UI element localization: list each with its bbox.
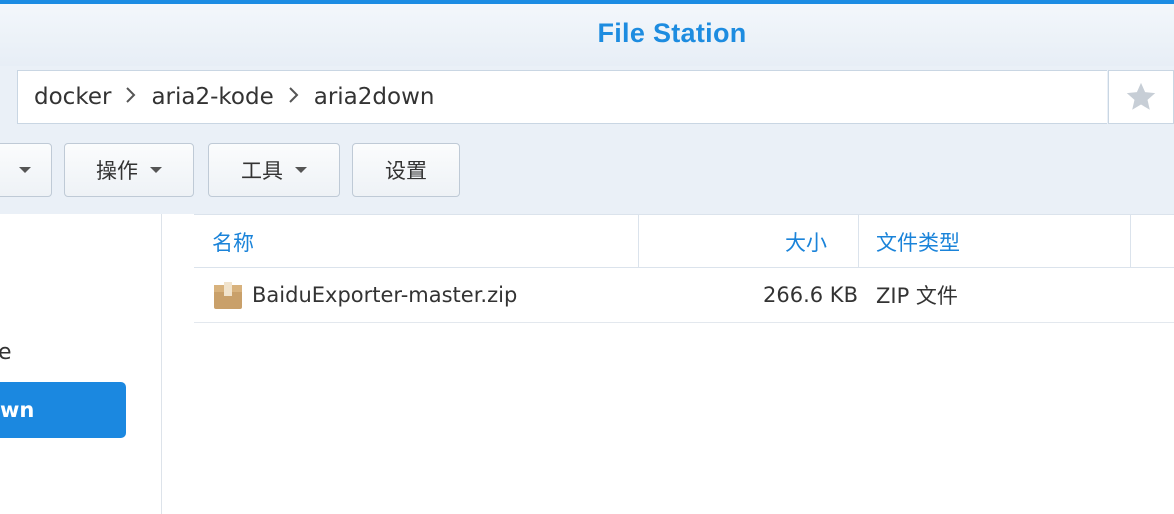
- sidebar-item-label: e: [0, 340, 12, 365]
- chevron-right-icon: [274, 85, 314, 110]
- address-row: docker aria2-kode aria2down: [0, 66, 1174, 138]
- caret-down-icon: [19, 167, 31, 173]
- caret-down-icon: [295, 167, 307, 173]
- file-type: ZIP 文件: [876, 284, 958, 308]
- sidebar-item-label: wn: [0, 398, 35, 422]
- file-name: BaiduExporter-master.zip: [252, 283, 518, 307]
- caret-down-icon: [150, 167, 162, 173]
- settings-button-label: 设置: [385, 159, 427, 183]
- table-row[interactable]: BaiduExporter-master.zip 266.6 KB ZIP 文件: [194, 268, 1174, 323]
- dropdown-button-partial[interactable]: [0, 143, 52, 197]
- breadcrumb-item-aria2-kode[interactable]: aria2-kode: [151, 84, 273, 110]
- column-header-size[interactable]: 大小: [639, 215, 827, 268]
- sidebar-item-active[interactable]: wn: [0, 382, 126, 438]
- tools-button-label: 工具: [241, 159, 283, 183]
- column-divider[interactable]: [858, 215, 859, 268]
- breadcrumb-item-docker[interactable]: docker: [34, 84, 111, 110]
- column-divider[interactable]: [1130, 215, 1131, 268]
- toolbar: 操作 工具 设置: [0, 138, 1174, 214]
- operate-button-label: 操作: [96, 159, 138, 183]
- operate-button[interactable]: 操作: [64, 143, 194, 197]
- star-icon: [1126, 82, 1156, 110]
- file-list-panel: 名称 大小 文件类型 BaiduExporter-master.zip 266.…: [162, 214, 1174, 514]
- breadcrumb-item-aria2down[interactable]: aria2down: [314, 84, 435, 110]
- settings-button[interactable]: 设置: [352, 143, 460, 197]
- chevron-right-icon: [111, 85, 151, 110]
- tools-button[interactable]: 工具: [208, 143, 340, 197]
- window-title: File Station: [597, 18, 747, 48]
- file-size: 266.6 KB: [763, 283, 858, 307]
- table-header: 名称 大小 文件类型: [194, 214, 1174, 268]
- column-header-name[interactable]: 名称: [212, 215, 632, 268]
- breadcrumb[interactable]: docker aria2-kode aria2down: [17, 70, 1107, 124]
- archive-icon: [213, 268, 243, 322]
- sidebar-item-partial[interactable]: e: [0, 340, 12, 365]
- favorite-button[interactable]: [1108, 70, 1174, 124]
- title-bar: File Station: [0, 4, 1174, 66]
- sidebar: e wn: [0, 214, 162, 514]
- column-header-type[interactable]: 文件类型: [876, 215, 1126, 268]
